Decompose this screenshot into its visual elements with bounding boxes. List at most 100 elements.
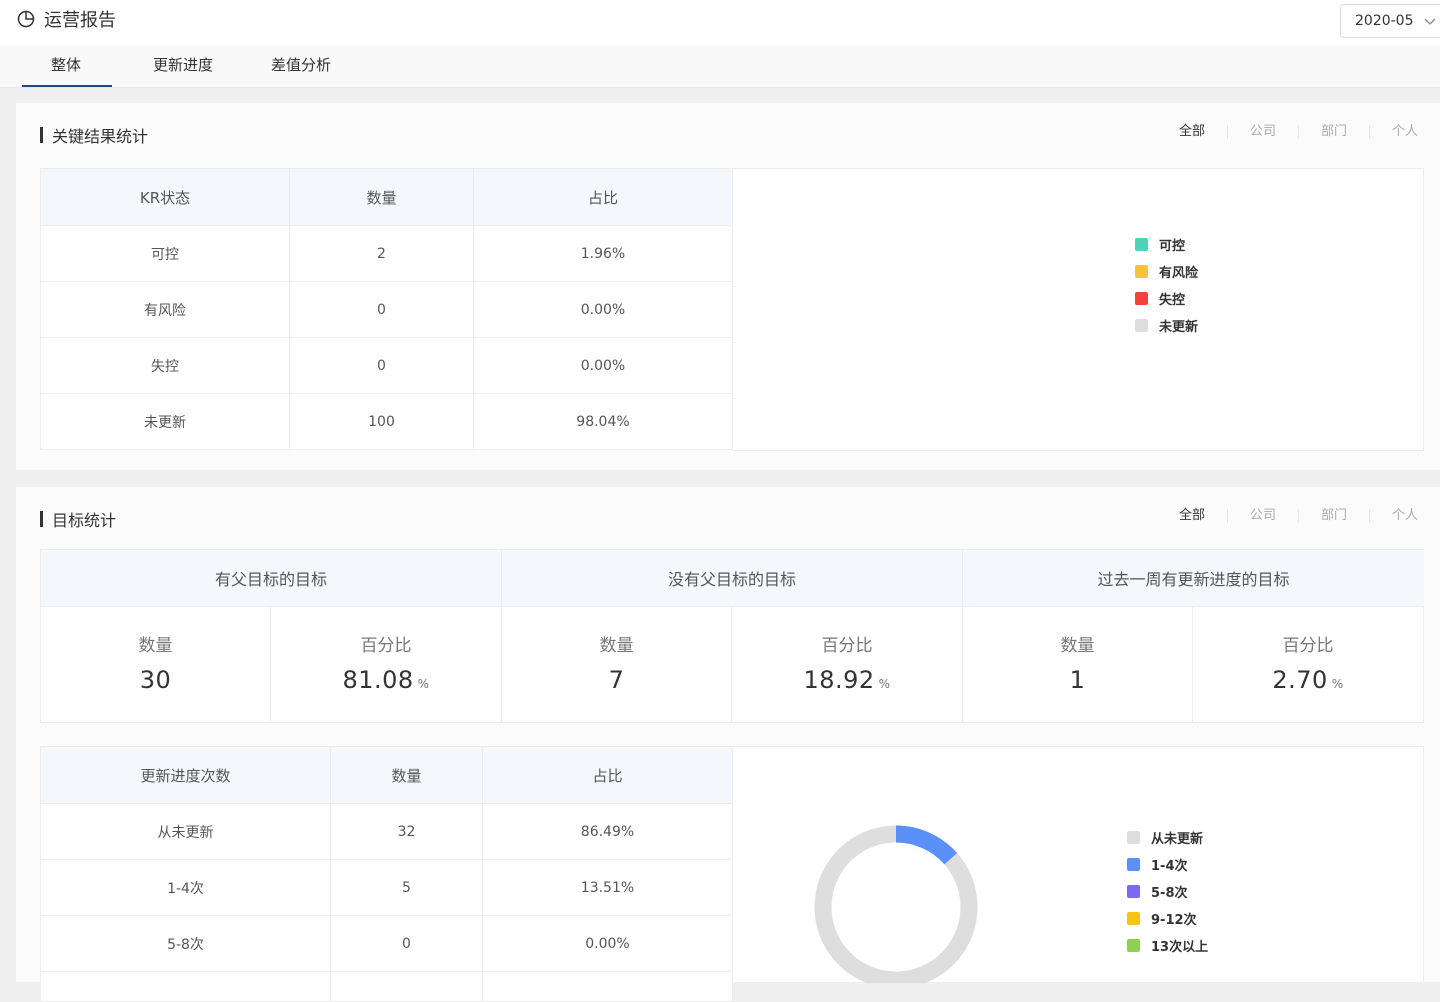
month-select-value: 2020-05 (1355, 13, 1414, 29)
section-marker (40, 511, 43, 527)
stat-label: 数量 (599, 636, 634, 656)
kr-stats-card: 关键结果统计 全部 公司 部门 个人 KR状态 数量 占比 可控 2 1.96%… (16, 103, 1440, 470)
stat-value: 7 (502, 666, 731, 694)
stat-label: 数量 (138, 636, 173, 656)
update-donut-chart (814, 825, 978, 983)
stat-number: 2.70 (1272, 666, 1328, 694)
table-row: 5-8次 0 0.00% (40, 915, 733, 972)
tab-overall[interactable]: 整体 (51, 54, 81, 75)
page-title: 运营报告 (16, 6, 116, 32)
legend-item[interactable]: 未更新 (1135, 312, 1198, 339)
filter-personal[interactable]: 个人 (1368, 125, 1440, 139)
table-cell: 可控 (40, 225, 290, 282)
stat-label: 数量 (1060, 636, 1095, 656)
filter-company[interactable]: 公司 (1226, 509, 1298, 523)
table-cell: 1.96% (473, 225, 733, 282)
legend-swatch (1135, 238, 1148, 251)
stat-label: 百分比 (360, 636, 412, 656)
tab-bar: 整体 更新进度 差值分析 (0, 45, 1440, 88)
column-header: 数量 (330, 746, 483, 804)
kr-chart-legend: 可控 有风险 失控 未更新 (1135, 231, 1198, 339)
stat-number: 81.08 (342, 666, 414, 694)
legend-item[interactable]: 失控 (1135, 285, 1198, 312)
stat-percent: 百分比 2.70% (1193, 607, 1423, 722)
update-chart-panel: 从未更新 1-4次 5-8次 9-12次 13次以上 (732, 746, 1424, 983)
stat-label: 百分比 (1282, 636, 1334, 656)
stat-unit: % (878, 677, 891, 691)
active-tab-indicator (22, 85, 112, 87)
table-header-row: KR状态 数量 占比 (40, 168, 733, 226)
legend-swatch (1135, 292, 1148, 305)
stat-value: 2.70% (1193, 666, 1423, 694)
legend-label: 有风险 (1159, 266, 1199, 281)
table-row (40, 971, 733, 1002)
legend-item[interactable]: 13次以上 (1127, 932, 1208, 959)
top-bar: 运营报告 2020-05 (0, 0, 1440, 45)
chevron-down-icon (1424, 18, 1435, 25)
legend-item[interactable]: 5-8次 (1127, 878, 1208, 905)
donut-slice-1-4次[interactable] (895, 825, 958, 865)
legend-label: 9-12次 (1151, 913, 1197, 928)
stat-number: 7 (608, 666, 625, 694)
goal-summary-stats: 有父目标的目标 数量 30 百分比 81.08% 没有父目标的目标 数量 7 百… (40, 549, 1424, 723)
column-header: 数量 (289, 168, 474, 226)
stat-group-header: 有父目标的目标 (41, 550, 501, 607)
legend-item[interactable]: 9-12次 (1127, 905, 1208, 932)
legend-item[interactable]: 可控 (1135, 231, 1198, 258)
filter-department[interactable]: 部门 (1297, 509, 1369, 523)
legend-label: 可控 (1159, 239, 1186, 254)
table-cell: 0 (289, 337, 474, 394)
legend-label: 失控 (1159, 293, 1186, 308)
legend-swatch (1127, 912, 1140, 925)
stat-label: 百分比 (821, 636, 873, 656)
legend-label: 未更新 (1159, 320, 1199, 335)
stat-group-header: 没有父目标的目标 (502, 550, 962, 607)
column-header: 占比 (473, 168, 733, 226)
table-cell: 1-4次 (40, 859, 331, 916)
month-select[interactable]: 2020-05 (1340, 4, 1440, 38)
legend-item[interactable]: 从未更新 (1127, 824, 1208, 851)
filter-personal[interactable]: 个人 (1368, 509, 1440, 523)
legend-item[interactable]: 1-4次 (1127, 851, 1208, 878)
table-cell: 0.00% (473, 337, 733, 394)
kr-section-header: 关键结果统计 (40, 123, 148, 147)
table-row: 有风险 0 0.00% (40, 281, 733, 338)
table-cell (40, 971, 331, 1002)
page-title-text: 运营报告 (44, 10, 116, 31)
pie-chart-icon (17, 10, 35, 28)
table-cell: 5-8次 (40, 915, 331, 972)
filter-department[interactable]: 部门 (1297, 125, 1369, 139)
filter-all[interactable]: 全部 (1157, 125, 1227, 139)
legend-swatch (1127, 831, 1140, 844)
kr-scope-filter: 全部 公司 部门 个人 (1157, 125, 1440, 139)
legend-swatch (1127, 858, 1140, 871)
legend-label: 5-8次 (1151, 886, 1188, 901)
kr-section-title: 关键结果统计 (52, 127, 149, 146)
table-row: 未更新 100 98.04% (40, 393, 733, 450)
table-cell: 86.49% (482, 803, 733, 860)
tab-update-progress[interactable]: 更新进度 (153, 54, 213, 75)
section-marker (40, 127, 43, 143)
legend-label: 1-4次 (1151, 859, 1188, 874)
stat-percent: 百分比 18.92% (732, 607, 962, 722)
stat-percent: 百分比 81.08% (271, 607, 501, 722)
table-row: 1-4次 5 13.51% (40, 859, 733, 916)
stat-group-updated-last-week: 过去一周有更新进度的目标 数量 1 百分比 2.70% (963, 550, 1424, 722)
legend-item[interactable]: 有风险 (1135, 258, 1198, 285)
table-cell: 0 (330, 915, 483, 972)
column-header: 更新进度次数 (40, 746, 331, 804)
table-cell: 5 (330, 859, 483, 916)
table-row: 可控 2 1.96% (40, 225, 733, 282)
table-cell (330, 971, 483, 1002)
stat-unit: % (417, 677, 430, 691)
kr-chart-panel: 可控 有风险 失控 未更新 (732, 168, 1424, 451)
table-cell: 100 (289, 393, 474, 450)
column-header: 占比 (482, 746, 733, 804)
filter-company[interactable]: 公司 (1226, 125, 1298, 139)
table-cell: 0.00% (482, 915, 733, 972)
stat-count: 数量 1 (963, 607, 1193, 722)
table-cell: 32 (330, 803, 483, 860)
tab-diff-analysis[interactable]: 差值分析 (271, 54, 331, 75)
table-cell: 13.51% (482, 859, 733, 916)
filter-all[interactable]: 全部 (1157, 509, 1227, 523)
